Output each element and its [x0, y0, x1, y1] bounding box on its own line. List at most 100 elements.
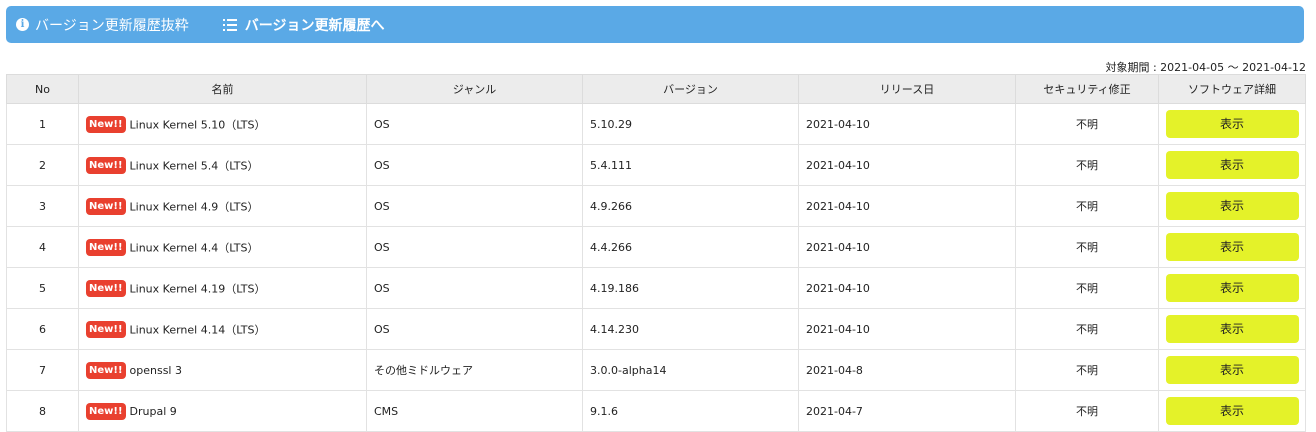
- cell-security-fix: 不明: [1015, 308, 1159, 350]
- col-header-security-fix: セキュリティ修正: [1015, 74, 1159, 104]
- table-row: 3 New!! Linux Kernel 4.9（LTS） OS 4.9.266 2021…: [6, 185, 1306, 227]
- software-name: openssl 3: [129, 363, 182, 377]
- cell-security-fix: 不明: [1015, 103, 1159, 145]
- target-period: 対象期間 : 2021-04-05 〜 2021-04-12: [1105, 61, 1306, 74]
- cell-no: 7: [6, 349, 79, 391]
- software-name: Linux Kernel 5.10（LTS）: [129, 118, 266, 131]
- cell-no: 4: [6, 226, 79, 268]
- nav-version-excerpt-label: バージョン更新履歴抜粋: [35, 17, 189, 34]
- software-name: Linux Kernel 4.19（LTS）: [129, 282, 266, 295]
- nav-version-history-link[interactable]: バージョン更新履歴へ: [222, 15, 385, 35]
- nav-version-history-label: バージョン更新履歴へ: [244, 17, 385, 34]
- cell-version: 4.9.266: [582, 185, 799, 227]
- cell-detail: 表示: [1158, 103, 1306, 145]
- cell-release-date: 2021-04-10: [798, 308, 1016, 350]
- cell-release-date: 2021-04-8: [798, 349, 1016, 391]
- cell-detail: 表示: [1158, 308, 1306, 350]
- nav-version-excerpt[interactable]: i バージョン更新履歴抜粋: [16, 15, 189, 35]
- table-row: 5 New!! Linux Kernel 4.19（LTS） OS 4.19.186 20…: [6, 267, 1306, 309]
- top-nav-bar: i バージョン更新履歴抜粋 バージョン更新履歴へ: [6, 6, 1304, 43]
- cell-release-date: 2021-04-10: [798, 144, 1016, 186]
- cell-detail: 表示: [1158, 185, 1306, 227]
- cell-name: New!! Linux Kernel 5.10（LTS）: [78, 103, 367, 145]
- list-icon: [222, 18, 237, 31]
- cell-name: New!! Linux Kernel 4.4（LTS）: [78, 226, 367, 268]
- show-detail-button[interactable]: 表示: [1165, 151, 1299, 179]
- show-detail-button[interactable]: 表示: [1165, 233, 1299, 261]
- show-detail-button[interactable]: 表示: [1165, 397, 1299, 425]
- col-header-version: バージョン: [582, 74, 799, 104]
- cell-release-date: 2021-04-10: [798, 103, 1016, 145]
- cell-version: 4.14.230: [582, 308, 799, 350]
- cell-no: 1: [6, 103, 79, 145]
- show-detail-button[interactable]: 表示: [1165, 356, 1299, 384]
- cell-detail: 表示: [1158, 226, 1306, 268]
- cell-no: 6: [6, 308, 79, 350]
- software-name: Linux Kernel 5.4（LTS）: [129, 159, 259, 172]
- cell-version: 5.10.29: [582, 103, 799, 145]
- new-badge: New!!: [86, 156, 126, 174]
- table-row: 7 New!! openssl 3 その他ミドルウェア 3.0.0-alpha14 202…: [6, 349, 1306, 391]
- cell-detail: 表示: [1158, 267, 1306, 309]
- table-row: 2 New!! Linux Kernel 5.4（LTS） OS 5.4.111 2021…: [6, 144, 1306, 186]
- cell-version: 5.4.111: [582, 144, 799, 186]
- cell-genre: OS: [366, 308, 583, 350]
- cell-version: 4.19.186: [582, 267, 799, 309]
- new-badge: New!!: [86, 197, 126, 215]
- cell-release-date: 2021-04-10: [798, 226, 1016, 268]
- new-badge: New!!: [86, 320, 126, 338]
- cell-security-fix: 不明: [1015, 390, 1159, 432]
- col-header-release-date: リリース日: [798, 74, 1016, 104]
- cell-name: New!! Drupal 9: [78, 390, 367, 432]
- col-header-genre: ジャンル: [366, 74, 583, 104]
- cell-name: New!! Linux Kernel 4.14（LTS）: [78, 308, 367, 350]
- cell-genre: その他ミドルウェア: [366, 349, 583, 391]
- cell-no: 8: [6, 390, 79, 432]
- cell-genre: CMS: [366, 390, 583, 432]
- cell-name: New!! openssl 3: [78, 349, 367, 391]
- cell-version: 9.1.6: [582, 390, 799, 432]
- new-badge: New!!: [86, 402, 126, 420]
- new-badge: New!!: [86, 238, 126, 256]
- col-header-name: 名前: [78, 74, 367, 104]
- software-name: Drupal 9: [129, 404, 177, 418]
- show-detail-button[interactable]: 表示: [1165, 274, 1299, 302]
- cell-no: 2: [6, 144, 79, 186]
- cell-detail: 表示: [1158, 390, 1306, 432]
- col-header-software-detail: ソフトウェア詳細: [1158, 74, 1306, 104]
- cell-genre: OS: [366, 144, 583, 186]
- cell-version: 3.0.0-alpha14: [582, 349, 799, 391]
- table-row: 6 New!! Linux Kernel 4.14（LTS） OS 4.14.230 20…: [6, 308, 1306, 350]
- version-table: No 名前 ジャンル バージョン リリース日 セキュリティ修正 ソフトウェア詳細…: [6, 74, 1306, 432]
- software-name: Linux Kernel 4.4（LTS）: [129, 241, 259, 254]
- new-badge: New!!: [86, 115, 126, 133]
- cell-genre: OS: [366, 226, 583, 268]
- cell-detail: 表示: [1158, 144, 1306, 186]
- cell-name: New!! Linux Kernel 4.19（LTS）: [78, 267, 367, 309]
- cell-release-date: 2021-04-10: [798, 185, 1016, 227]
- cell-security-fix: 不明: [1015, 226, 1159, 268]
- table-row: 1 New!! Linux Kernel 5.10（LTS） OS 5.10.29 202…: [6, 103, 1306, 145]
- cell-security-fix: 不明: [1015, 185, 1159, 227]
- table-row: 4 New!! Linux Kernel 4.4（LTS） OS 4.4.266 2021…: [6, 226, 1306, 268]
- cell-security-fix: 不明: [1015, 144, 1159, 186]
- cell-security-fix: 不明: [1015, 349, 1159, 391]
- software-name: Linux Kernel 4.9（LTS）: [129, 200, 259, 213]
- software-name: Linux Kernel 4.14（LTS）: [129, 323, 266, 336]
- cell-release-date: 2021-04-10: [798, 267, 1016, 309]
- cell-release-date: 2021-04-7: [798, 390, 1016, 432]
- cell-name: New!! Linux Kernel 5.4（LTS）: [78, 144, 367, 186]
- cell-no: 3: [6, 185, 79, 227]
- cell-security-fix: 不明: [1015, 267, 1159, 309]
- show-detail-button[interactable]: 表示: [1165, 110, 1299, 138]
- table-header-row: No 名前 ジャンル バージョン リリース日 セキュリティ修正 ソフトウェア詳細: [6, 74, 1306, 104]
- cell-genre: OS: [366, 103, 583, 145]
- info-icon: i: [16, 18, 29, 31]
- show-detail-button[interactable]: 表示: [1165, 315, 1299, 343]
- cell-genre: OS: [366, 185, 583, 227]
- show-detail-button[interactable]: 表示: [1165, 192, 1299, 220]
- cell-detail: 表示: [1158, 349, 1306, 391]
- cell-no: 5: [6, 267, 79, 309]
- cell-name: New!! Linux Kernel 4.9（LTS）: [78, 185, 367, 227]
- cell-genre: OS: [366, 267, 583, 309]
